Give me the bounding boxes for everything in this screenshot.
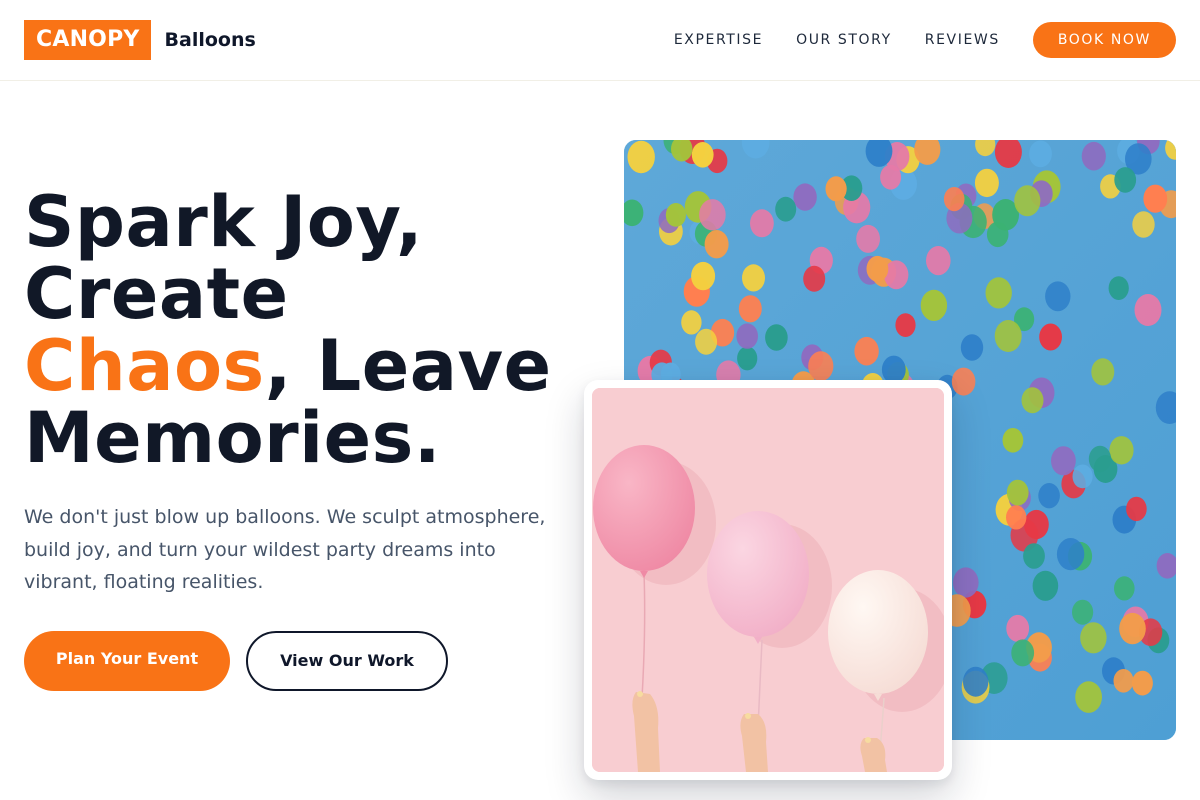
balloon-shape: [742, 264, 765, 292]
balloon-shape: [736, 323, 758, 349]
balloon-shape: [1039, 323, 1062, 351]
balloon-shape: [1088, 445, 1112, 473]
balloon-shape: [1132, 211, 1155, 238]
balloon-shape: [985, 277, 1012, 309]
balloon-shape: [704, 230, 729, 259]
logo-mark: CANOPY: [24, 20, 151, 60]
balloon-shape: [737, 346, 758, 371]
headline-line-2: Create: [24, 253, 289, 335]
balloon-shape: [1029, 140, 1052, 168]
balloon-shape: [895, 313, 916, 337]
balloon-shape: [926, 246, 951, 276]
balloon-shape: [699, 199, 726, 231]
balloon-shape: [775, 196, 797, 222]
balloon-shape: [750, 209, 774, 238]
balloon-shape: [1006, 614, 1030, 642]
hero-headline: Spark Joy, Create Chaos, Leave Memories.: [24, 186, 584, 474]
headline-line-3: , Leave: [264, 325, 552, 407]
balloon-shape: [1014, 185, 1041, 217]
balloon-shape: [681, 310, 702, 335]
balloon-shape: [1051, 446, 1076, 476]
book-now-button[interactable]: BOOK NOW: [1032, 22, 1176, 58]
balloon-shape: [856, 224, 880, 253]
balloon-shape: [825, 176, 847, 202]
balloon-shape: [943, 187, 965, 212]
plan-event-button[interactable]: Plan Your Event: [24, 631, 230, 691]
balloon-shape: [1038, 483, 1060, 509]
balloon-shape: [1075, 681, 1102, 713]
balloon-shape: [1081, 141, 1106, 171]
hero-subtext: We don't just blow up balloons. We sculp…: [24, 506, 546, 593]
balloon-shape: [808, 351, 834, 381]
nav-link-expertise[interactable]: EXPERTISE: [674, 32, 763, 48]
balloon-shape: [1023, 543, 1045, 569]
balloon-shape: [1006, 505, 1027, 530]
balloon-shape: [951, 367, 976, 396]
balloon-shape: [866, 255, 889, 282]
balloon-shape: [1109, 436, 1134, 465]
pink-balloons-hands-photo: [592, 388, 944, 772]
balloon-shape: [1134, 294, 1162, 326]
balloon-shape: [1126, 496, 1147, 522]
headline-accent: Chaos: [24, 325, 265, 407]
balloon-shape: [627, 140, 655, 174]
balloon-shape: [953, 567, 979, 598]
balloon-shape: [691, 142, 714, 168]
main-nav: EXPERTISE OUR STORY REVIEWS BOOK NOW: [674, 22, 1176, 58]
balloon-shape: [1021, 387, 1044, 414]
pink-balloons-card: [584, 380, 952, 780]
balloon-shape: [665, 203, 686, 227]
balloon-shape: [854, 336, 879, 366]
balloon-shape: [1114, 576, 1135, 601]
logo-text: Balloons: [164, 29, 256, 51]
balloon-shape: [738, 295, 762, 323]
headline-line-1: Spark Joy,: [24, 181, 424, 263]
balloon-shape: [963, 666, 989, 697]
pink-balloons-illustration: [592, 388, 944, 772]
balloon-shape: [1045, 281, 1071, 312]
balloon-shape: [1113, 669, 1134, 693]
balloon-shape: [994, 320, 1022, 352]
balloon-shape: [1143, 184, 1168, 213]
view-work-button[interactable]: View Our Work: [246, 631, 448, 691]
balloon-shape: [803, 265, 826, 292]
balloon-shape: [1114, 167, 1137, 193]
balloon-shape: [1091, 358, 1115, 386]
balloon-shape: [1011, 639, 1035, 667]
balloon-shape: [765, 324, 788, 351]
balloon-shape: [880, 164, 902, 190]
nav-link-reviews[interactable]: REVIEWS: [925, 32, 1000, 48]
logo[interactable]: CANOPY Balloons: [24, 20, 256, 60]
balloon-shape: [1080, 622, 1107, 654]
balloon-shape: [691, 261, 716, 291]
balloon-shape: [1056, 538, 1085, 571]
balloon-shape: [1032, 570, 1059, 601]
balloon-shape: [695, 328, 718, 355]
site-header: CANOPY Balloons EXPERTISE OUR STORY REVI…: [0, 0, 1200, 81]
balloon-shape: [1002, 428, 1024, 453]
nav-link-our-story[interactable]: OUR STORY: [796, 32, 892, 48]
balloon-shape: [1006, 479, 1029, 506]
balloon-shape: [1131, 670, 1153, 696]
balloon-shape: [1108, 276, 1129, 300]
balloon-shape: [974, 168, 999, 198]
balloon-shape: [960, 334, 984, 361]
balloon-shape: [1119, 612, 1146, 645]
balloon-shape: [1072, 464, 1093, 489]
headline-line-4: Memories.: [24, 397, 441, 479]
balloon-shape: [1072, 599, 1094, 625]
balloon-shape: [793, 183, 817, 211]
balloon-shape: [920, 289, 948, 321]
